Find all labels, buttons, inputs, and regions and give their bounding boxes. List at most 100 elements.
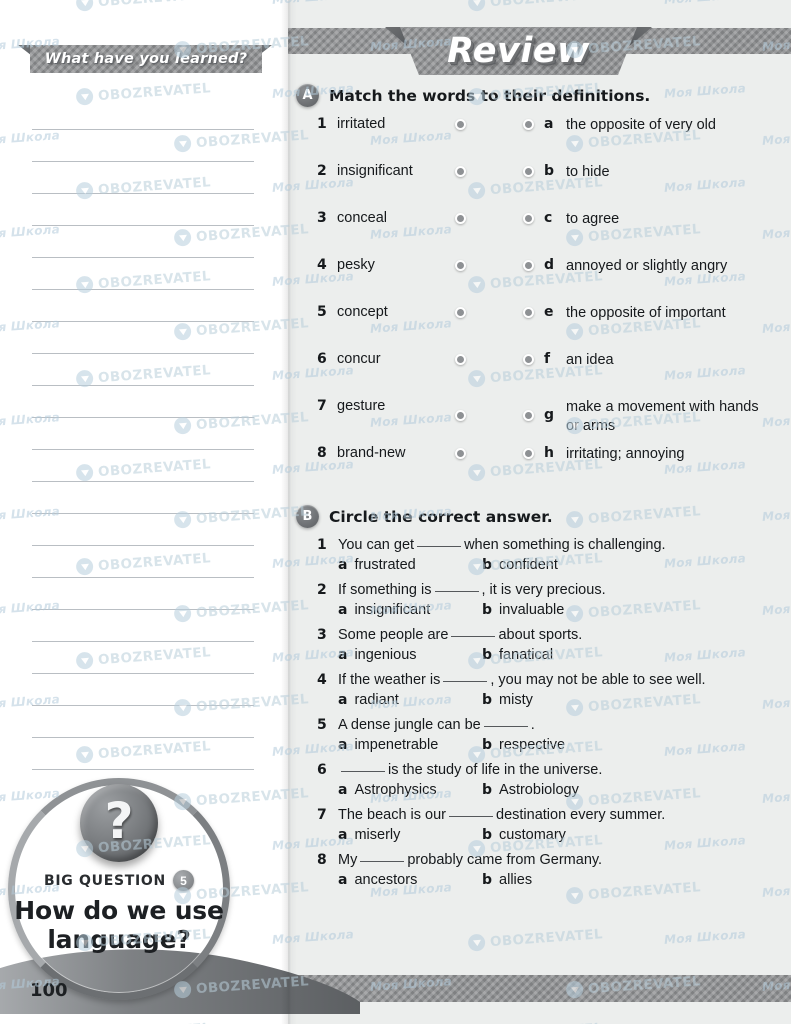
match-word: concur xyxy=(337,351,381,367)
match-number: 4 xyxy=(317,257,327,273)
mc-option-a[interactable]: a radiant xyxy=(338,692,482,708)
writing-line[interactable] xyxy=(32,482,254,514)
section-b: B Circle the correct answer. 1 You can ge… xyxy=(296,505,786,888)
match-dot-left[interactable] xyxy=(455,260,466,271)
mc-blank[interactable] xyxy=(451,636,496,637)
writing-line[interactable] xyxy=(32,450,254,482)
writing-line[interactable] xyxy=(32,706,254,738)
mc-option-a[interactable]: a ingenious xyxy=(338,647,482,663)
writing-lines xyxy=(32,98,254,770)
writing-line[interactable] xyxy=(32,674,254,706)
match-word: brand-new xyxy=(337,445,406,461)
writing-line[interactable] xyxy=(32,642,254,674)
writing-line[interactable] xyxy=(32,194,254,226)
writing-line[interactable] xyxy=(32,226,254,258)
mc-blank[interactable] xyxy=(341,771,385,772)
mc-option-b[interactable]: b misty xyxy=(482,692,533,708)
mc-option-b[interactable]: b respective xyxy=(482,737,565,753)
mc-option-b-text: Astrobiology xyxy=(499,782,579,798)
writing-line[interactable] xyxy=(32,130,254,162)
match-dot-right[interactable] xyxy=(523,213,534,224)
match-dot-right[interactable] xyxy=(523,166,534,177)
match-dot-left[interactable] xyxy=(455,166,466,177)
match-word: irritated xyxy=(337,116,386,132)
mc-question: 2 If something is, it is very precious. a i… xyxy=(317,582,786,618)
mc-blank[interactable] xyxy=(443,681,488,682)
mc-option-a[interactable]: a insignificant xyxy=(338,602,482,618)
writing-line[interactable] xyxy=(32,610,254,642)
writing-line[interactable] xyxy=(32,98,254,130)
mc-option-b-text: allies xyxy=(499,872,533,888)
match-number: 7 xyxy=(317,398,327,414)
mc-option-b[interactable]: b allies xyxy=(482,872,532,888)
writing-line[interactable] xyxy=(32,162,254,194)
big-question-label-row: BIG QUESTION 5 xyxy=(8,870,230,891)
mc-question-text: You can get when something is challenging… xyxy=(338,537,666,553)
mc-option-a[interactable]: a Astrophysics xyxy=(338,782,482,798)
review-header-title: Review xyxy=(447,31,590,71)
match-dot-left[interactable] xyxy=(455,354,466,365)
match-dot-left[interactable] xyxy=(455,119,466,130)
match-dot-right[interactable] xyxy=(523,410,534,421)
match-dot-left[interactable] xyxy=(455,410,466,421)
match-dot-right[interactable] xyxy=(523,354,534,365)
mc-option-b[interactable]: b confident xyxy=(482,557,558,573)
mc-text-after: destination every summer. xyxy=(496,807,666,823)
mc-blank[interactable] xyxy=(434,591,479,592)
mc-question-text: If something is , it is very precious. xyxy=(338,582,606,598)
mc-blank[interactable] xyxy=(360,861,405,862)
match-number: 5 xyxy=(317,304,327,320)
match-word: pesky xyxy=(337,257,375,273)
mc-question-line: 7 The beach is our destination every summe… xyxy=(317,807,786,823)
mc-question-line: 4 If the weather is , you may not be able … xyxy=(317,672,786,688)
mc-option-b-text: misty xyxy=(499,692,533,708)
writing-line[interactable] xyxy=(32,322,254,354)
mc-question-text: The beach is our destination every summer… xyxy=(338,807,665,823)
match-dot-right[interactable] xyxy=(523,260,534,271)
mc-text-before: Some people are xyxy=(338,627,449,643)
mc-option-b-text: customary xyxy=(499,827,566,843)
section-b-header: B Circle the correct answer. xyxy=(296,505,786,528)
mc-option-a[interactable]: a miserly xyxy=(338,827,482,843)
mc-question-number: 6 xyxy=(317,762,327,778)
mc-blank[interactable] xyxy=(417,546,462,547)
match-dot-right[interactable] xyxy=(523,119,534,130)
match-dot-left[interactable] xyxy=(455,307,466,318)
mc-option-a[interactable]: a frustrated xyxy=(338,557,482,573)
mc-option-b[interactable]: b Astrobiology xyxy=(482,782,579,798)
writing-line[interactable] xyxy=(32,578,254,610)
mc-option-a-label: a xyxy=(338,647,348,663)
writing-line[interactable] xyxy=(32,258,254,290)
mc-option-a[interactable]: a ancestors xyxy=(338,872,482,888)
mc-option-b[interactable]: b invaluable xyxy=(482,602,564,618)
mc-question-text: My probably came from Germany. xyxy=(338,852,602,868)
writing-line[interactable] xyxy=(32,546,254,578)
left-banner-title: What have you learned? xyxy=(44,51,248,67)
mc-option-b[interactable]: b customary xyxy=(482,827,566,843)
mc-option-a-text: Astrophysics xyxy=(354,782,437,798)
matching-row: 4 pesky d annoyed or slightly angry xyxy=(317,256,786,303)
mc-option-b-label: b xyxy=(482,872,493,888)
match-dot-left[interactable] xyxy=(455,213,466,224)
writing-line[interactable] xyxy=(32,386,254,418)
mc-question: 8 My probably came from Germany. a ancestors… xyxy=(317,852,786,888)
mc-option-b[interactable]: b fanatical xyxy=(482,647,553,663)
mc-blank[interactable] xyxy=(449,816,494,817)
match-dot-left[interactable] xyxy=(455,448,466,459)
writing-line[interactable] xyxy=(32,738,254,770)
match-definition: the opposite of very old xyxy=(566,117,716,133)
page-number: 100 xyxy=(30,980,68,1001)
mc-option-b-label: b xyxy=(482,737,493,753)
writing-line[interactable] xyxy=(32,514,254,546)
mc-question-line: 6 is the study of life in the universe. xyxy=(317,762,786,778)
match-dot-right[interactable] xyxy=(523,307,534,318)
big-question-circle: ? BIG QUESTION 5 How do we use language? xyxy=(8,778,238,1008)
mc-question-text: Some people are about sports. xyxy=(338,627,582,643)
writing-line[interactable] xyxy=(32,418,254,450)
mc-text-after: about sports. xyxy=(498,627,583,643)
mc-blank[interactable] xyxy=(483,726,528,727)
writing-line[interactable] xyxy=(32,354,254,386)
mc-option-a[interactable]: a impenetrable xyxy=(338,737,482,753)
writing-line[interactable] xyxy=(32,290,254,322)
match-dot-right[interactable] xyxy=(523,448,534,459)
